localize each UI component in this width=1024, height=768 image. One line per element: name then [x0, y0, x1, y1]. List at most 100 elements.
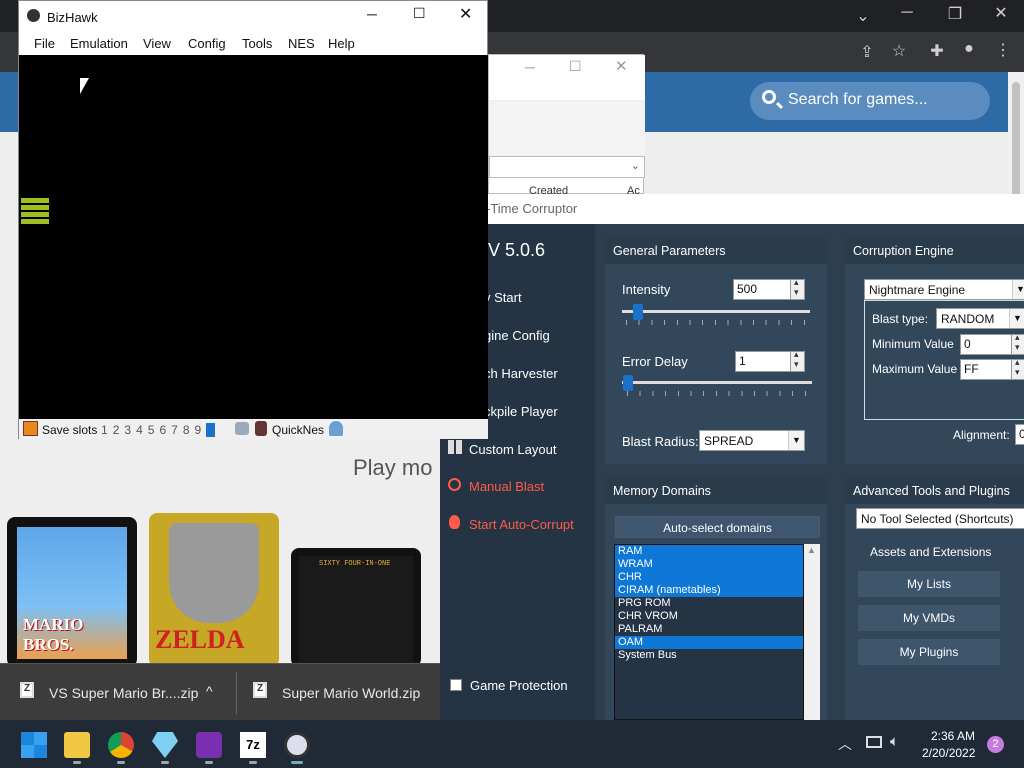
sidebar-item-easy-start[interactable]: y Start	[484, 290, 522, 305]
sidebar-item-glitch-harvester[interactable]: ch Harvester	[484, 366, 558, 381]
save-slot[interactable]: 9	[195, 423, 202, 437]
clock-time[interactable]: 2:36 AM	[931, 729, 975, 743]
tab-search-icon[interactable]: ⌄	[848, 6, 878, 26]
sidebar-item-custom-layout[interactable]: Custom Layout	[469, 442, 556, 457]
auto-select-domains-button[interactable]: Auto-select domains	[615, 516, 820, 538]
list-item[interactable]: CHR VROM	[615, 610, 803, 623]
bookmark-star-icon[interactable]: ☆	[884, 41, 914, 61]
minimize-icon[interactable]: ─	[367, 6, 377, 22]
restore-icon[interactable]: ❐	[940, 4, 970, 24]
windows-start-icon[interactable]	[21, 732, 47, 758]
assets-heading: Assets and Extensions	[870, 545, 992, 559]
my-plugins-button[interactable]: My Plugins	[858, 639, 1000, 665]
close-icon[interactable]: ✕	[459, 4, 472, 24]
bizhawk-window: BizHawk ─ ☐ ✕ File Emulation View Config…	[18, 0, 488, 439]
game-cart-super-mario[interactable]: MARIO BROS.	[7, 517, 137, 667]
save-slot[interactable]: 5	[148, 423, 155, 437]
blast-radius-select[interactable]: SPREAD ▼	[699, 430, 805, 451]
sidebar-item-start-auto-corrupt[interactable]: Start Auto-Corrupt	[469, 517, 574, 532]
save-slot[interactable]: 8	[183, 423, 190, 437]
chevron-up-icon[interactable]: ︿	[838, 734, 852, 754]
sidebar-item-manual-blast[interactable]: Manual Blast	[469, 479, 544, 494]
minimize-icon[interactable]: ─	[525, 59, 535, 75]
chrome-icon[interactable]	[108, 732, 134, 758]
user-icon	[329, 421, 343, 436]
maximize-icon[interactable]: ☐	[569, 58, 582, 75]
game-cart-64-in-1[interactable]: SIXTY FOUR-IN-ONE	[291, 548, 421, 667]
save-slot[interactable]: 4	[136, 423, 143, 437]
rtc-launcher-icon[interactable]	[196, 732, 222, 758]
menu-help[interactable]: Help	[328, 36, 355, 51]
clock-date[interactable]: 2/20/2022	[922, 746, 975, 760]
close-icon[interactable]: ✕	[615, 57, 628, 75]
download-item[interactable]: VS Super Mario Br....zip ^	[20, 676, 230, 710]
chevron-up-icon[interactable]: ▲	[807, 545, 816, 555]
game-cart-zelda[interactable]: ZELDA	[149, 513, 279, 667]
menu-nes[interactable]: NES	[288, 36, 315, 51]
alignment-spinner[interactable]: 0	[1015, 424, 1024, 445]
intensity-spinner[interactable]: 500	[733, 277, 805, 300]
menu-view[interactable]: View	[143, 36, 171, 51]
blast-type-select[interactable]: RANDOM ▼	[936, 308, 1024, 329]
menu-tools[interactable]: Tools	[242, 36, 272, 51]
sidebar-item-stockpile-player[interactable]: ckpile Player	[484, 404, 558, 419]
minimize-icon[interactable]: ─	[892, 4, 922, 22]
close-icon[interactable]: ✕	[986, 3, 1016, 23]
share-icon[interactable]: ⇪	[852, 42, 882, 62]
my-lists-button[interactable]: My Lists	[858, 571, 1000, 597]
search-icon	[762, 90, 776, 104]
engine-select[interactable]: Nightmare Engine ▼	[864, 279, 1024, 300]
memory-domain-list[interactable]: RAM WRAM CHR CIRAM (nametables) PRG ROM …	[614, 544, 804, 720]
list-item[interactable]: PRG ROM	[615, 597, 803, 610]
memory-list-scrollbar[interactable]: ▲	[804, 544, 820, 720]
search-input[interactable]: Search for games...	[750, 82, 990, 120]
menu-emulation[interactable]: Emulation	[70, 36, 128, 51]
controller-icon[interactable]	[235, 422, 249, 435]
bizhawk-taskbar-icon[interactable]	[284, 732, 310, 758]
dropdown[interactable]: ⌄	[489, 156, 645, 178]
maximize-icon[interactable]: ☐	[413, 5, 426, 22]
emulator-screen[interactable]	[19, 55, 488, 419]
panel-header: Corruption Engine	[845, 238, 1024, 264]
alignment-value: 0	[1019, 427, 1024, 441]
minimum-value-spinner[interactable]: 0	[960, 332, 1024, 355]
error-delay-slider-track[interactable]	[622, 381, 812, 384]
mouse-cursor-icon	[80, 78, 89, 94]
list-item[interactable]: RAM	[615, 545, 803, 558]
menu-file[interactable]: File	[34, 36, 55, 51]
extensions-icon[interactable]: ✚	[922, 41, 952, 61]
cart-title: MARIO BROS.	[23, 615, 84, 654]
volume-icon[interactable]: 🔈︎	[890, 733, 899, 750]
chevron-up-icon[interactable]: ^	[206, 683, 213, 699]
save-slot[interactable]: 6	[159, 423, 166, 437]
maximum-value-spinner[interactable]: FF	[960, 357, 1024, 380]
save-slot[interactable]: 0	[206, 423, 215, 437]
sevenzip-icon[interactable]: 7z	[240, 732, 266, 758]
list-item[interactable]: System Bus	[615, 649, 803, 662]
save-slot[interactable]: 2	[113, 423, 120, 437]
sidebar-item-engine-config[interactable]: gine Config	[484, 328, 550, 343]
menu-kebab-icon[interactable]: ⋮	[988, 40, 1018, 60]
notification-badge[interactable]: 2	[987, 736, 1004, 753]
network-icon[interactable]	[866, 736, 882, 748]
list-item[interactable]: CIRAM (nametables)	[615, 584, 803, 597]
menu-config[interactable]: Config	[188, 36, 226, 51]
intensity-slider-track[interactable]	[622, 310, 810, 313]
file-explorer-icon[interactable]	[64, 732, 90, 758]
profile-icon[interactable]: ●	[954, 40, 984, 58]
chevron-down-icon: ▼	[788, 431, 804, 450]
intensity-slider-thumb[interactable]	[632, 304, 643, 320]
list-item[interactable]: PALRAM	[615, 623, 803, 636]
error-delay-spinner[interactable]: 1	[735, 349, 805, 372]
error-delay-slider-thumb[interactable]	[623, 375, 633, 391]
save-slot[interactable]: 7	[171, 423, 178, 437]
tool-select[interactable]: No Tool Selected (Shortcuts)	[856, 508, 1024, 529]
save-slot[interactable]: 1	[101, 423, 108, 437]
my-vmds-button[interactable]: My VMDs	[858, 605, 1000, 631]
list-item[interactable]: WRAM	[615, 558, 803, 571]
download-item[interactable]: Super Mario World.zip	[253, 676, 433, 710]
game-protection-checkbox[interactable]	[450, 679, 462, 691]
list-item[interactable]: OAM	[615, 636, 803, 649]
save-slot[interactable]: 3	[124, 423, 131, 437]
list-item[interactable]: CHR	[615, 571, 803, 584]
